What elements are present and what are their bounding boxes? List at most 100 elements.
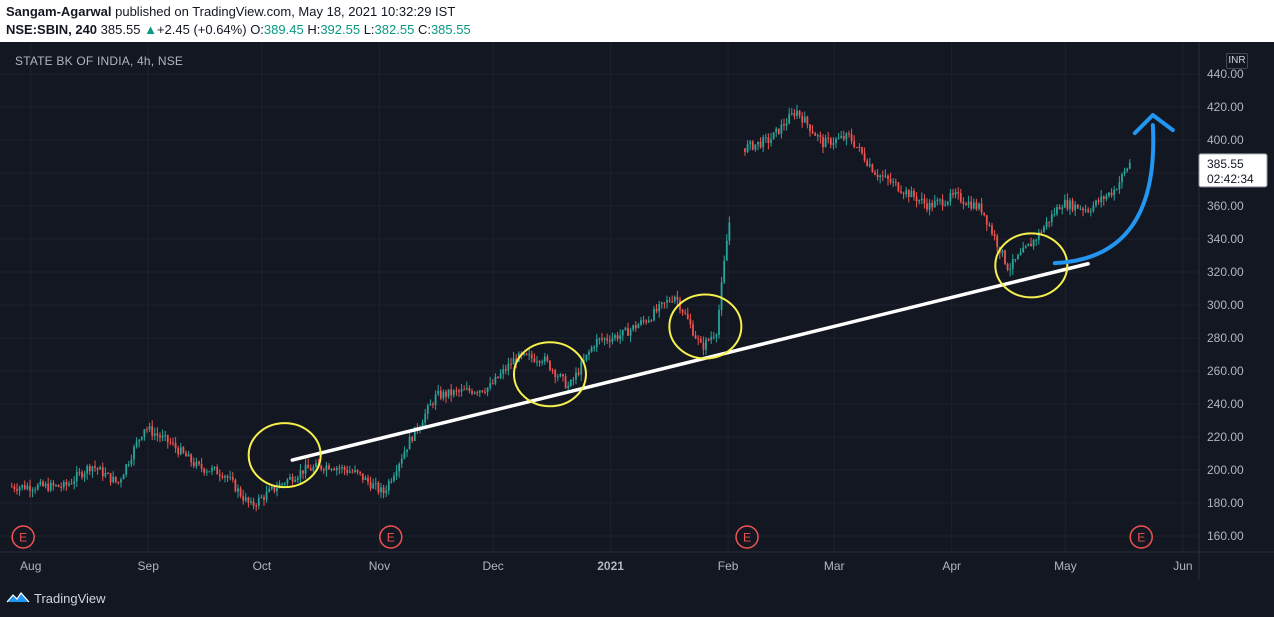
candle-body	[585, 354, 588, 360]
x-tick-label: Mar	[824, 559, 845, 573]
candle-body	[338, 467, 341, 469]
candle-body	[244, 497, 247, 501]
candle-body	[809, 124, 811, 132]
x-tick-label: Aug	[20, 559, 41, 573]
candle-body	[247, 497, 250, 503]
candle-body	[720, 282, 723, 310]
tradingview-brand[interactable]: TradingView	[6, 590, 106, 606]
candle-body	[260, 497, 263, 499]
x-tick-label: Oct	[253, 559, 272, 573]
candle-body	[645, 320, 648, 323]
candle-body	[671, 301, 674, 303]
earnings-marker-label: E	[743, 531, 751, 545]
candle-body	[78, 472, 81, 474]
candle-body	[434, 394, 437, 405]
candle-body	[101, 467, 104, 477]
candle-body	[125, 464, 128, 475]
candle-body	[562, 374, 564, 377]
x-tick-label: Jun	[1173, 559, 1192, 573]
candle-body	[1056, 207, 1058, 214]
candle-body	[1043, 226, 1045, 233]
candle-body	[39, 481, 42, 485]
price-chart[interactable]: 440.00420.00400.00380.00360.00340.00320.…	[0, 0, 1274, 584]
candle-body	[1113, 189, 1116, 196]
candle-body	[146, 429, 148, 431]
candle-body	[328, 465, 330, 470]
currency-badge[interactable]: INR	[1226, 53, 1248, 69]
candle-body	[364, 477, 367, 481]
candle-body	[866, 160, 869, 166]
candle-body	[231, 477, 234, 480]
candle-body	[289, 476, 291, 480]
candle-body	[988, 224, 991, 226]
candle-body	[387, 481, 390, 491]
candle-body	[749, 141, 752, 145]
candle-body	[1115, 189, 1118, 191]
candle-body	[390, 480, 393, 482]
candle-body	[447, 389, 450, 397]
candle-body	[187, 454, 190, 457]
candle-body	[380, 487, 382, 493]
candle-body	[455, 390, 458, 392]
candle-body	[473, 392, 476, 394]
candle-body	[829, 138, 832, 145]
candle-body	[1108, 192, 1110, 196]
x-tick-label: Sep	[138, 559, 160, 573]
candle-body	[1006, 263, 1009, 270]
candle-body	[616, 335, 619, 340]
candle-body	[367, 477, 369, 482]
candle-body	[1082, 208, 1084, 211]
candle-body	[177, 448, 180, 455]
candle-body	[276, 488, 278, 492]
candle-body	[536, 361, 538, 363]
candle-body	[218, 474, 221, 476]
candle-body	[816, 135, 819, 137]
candle-body	[1040, 231, 1043, 233]
y-tick-label: 200.00	[1207, 463, 1244, 477]
candle-body	[47, 483, 50, 491]
candle-body	[442, 391, 445, 399]
candle-body	[780, 124, 783, 134]
candle-body	[252, 501, 255, 506]
candle-body	[931, 202, 934, 208]
candle-body	[941, 199, 944, 206]
candle-body	[757, 141, 759, 145]
candle-body	[174, 442, 177, 449]
candle-body	[107, 473, 109, 475]
candle-body	[564, 376, 567, 389]
candle-body	[507, 363, 510, 371]
candle-body	[751, 141, 754, 150]
candle-body	[1066, 199, 1069, 209]
candle-body	[460, 389, 463, 392]
candle-body	[42, 481, 44, 487]
candle-body	[239, 488, 242, 497]
candle-body	[403, 451, 406, 459]
candle-body	[928, 202, 931, 210]
candle-body	[385, 490, 388, 494]
candle-body	[1074, 204, 1077, 211]
candle-body	[538, 361, 541, 363]
candle-body	[169, 442, 172, 444]
candle-body	[1058, 207, 1061, 210]
candle-body	[1123, 170, 1126, 174]
candle-body	[458, 390, 460, 392]
candle-body	[603, 338, 606, 340]
earnings-marker-label: E	[387, 531, 395, 545]
x-tick-label: 2021	[597, 559, 624, 573]
candle-body	[702, 342, 705, 350]
candle-body	[88, 466, 91, 472]
candle-body	[377, 482, 380, 493]
candle-body	[1017, 255, 1019, 260]
candle-body	[933, 201, 936, 208]
chart-legend-title: STATE BK OF INDIA, 4h, NSE	[15, 54, 184, 68]
candle-body	[1095, 200, 1097, 206]
candle-body	[424, 413, 427, 423]
candle-body	[307, 464, 310, 469]
candle-body	[972, 202, 975, 209]
candle-body	[775, 128, 778, 133]
candle-body	[614, 335, 616, 339]
candle-body	[369, 481, 372, 489]
candle-body	[676, 296, 679, 300]
candle-body	[120, 479, 122, 483]
candle-body	[122, 474, 125, 480]
